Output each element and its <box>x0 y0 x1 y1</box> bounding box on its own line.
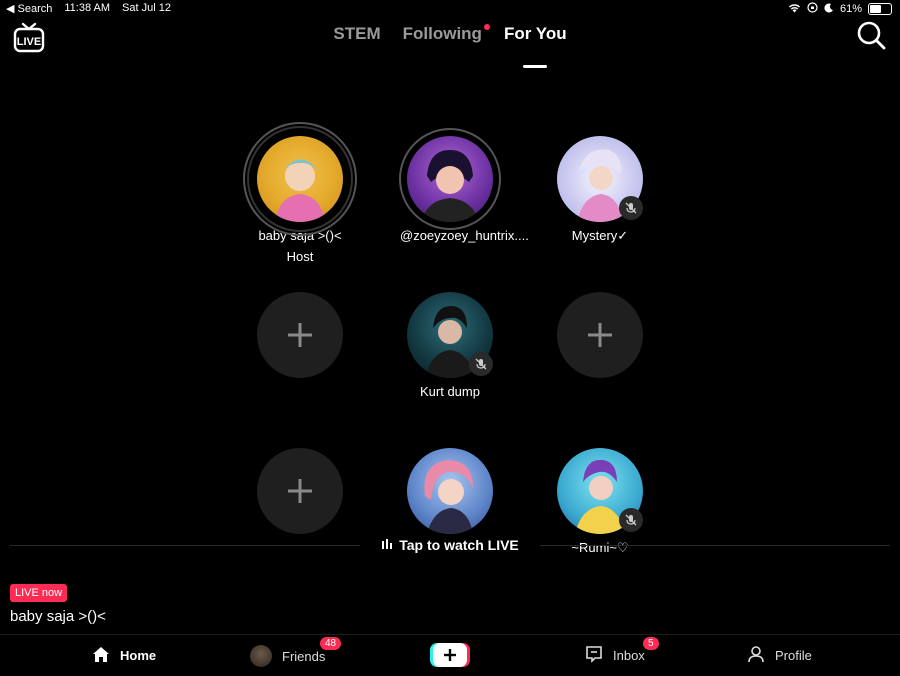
host-label: Host <box>286 249 314 264</box>
add-guest-button[interactable] <box>257 292 343 378</box>
nav-profile[interactable]: Profile <box>747 645 812 666</box>
seat-empty-3[interactable] <box>250 448 350 534</box>
seat-host[interactable]: baby saja >()< Host <box>243 122 357 264</box>
avatar <box>407 136 493 222</box>
tab-following[interactable]: Following <box>402 24 490 54</box>
avatar <box>257 136 343 222</box>
top-tabs: STEM Following For You <box>0 24 900 54</box>
nav-home[interactable]: Home <box>92 645 156 666</box>
seat-guest-2[interactable]: Mystery✓ <box>550 136 650 244</box>
plus-icon <box>588 323 612 347</box>
inbox-badge: 5 <box>643 637 659 650</box>
bottom-nav: Home Friends 48 Inbox 5 Profile <box>0 634 900 676</box>
seat-name: ~Rumi~♡ <box>571 540 629 555</box>
status-date: Sat Jul 12 <box>122 2 171 14</box>
seat-empty-2[interactable] <box>550 292 650 378</box>
profile-icon <box>747 645 765 666</box>
mic-off-icon <box>619 508 643 532</box>
nav-home-label: Home <box>120 648 157 663</box>
avatar <box>407 448 493 534</box>
battery-percent: 61% <box>839 3 862 15</box>
seat-name: @zoeyzoey_huntrix.... <box>400 228 529 243</box>
tap-to-watch-label: Tap to watch LIVE <box>399 537 519 553</box>
seat-name: Mystery✓ <box>571 228 629 243</box>
nav-inbox-label: Inbox <box>613 648 645 663</box>
moon-icon <box>824 3 834 16</box>
friends-badge: 48 <box>320 637 342 650</box>
nav-profile-label: Profile <box>775 648 812 663</box>
status-time: 11:38 AM <box>64 2 111 14</box>
tap-to-watch-button[interactable]: Tap to watch LIVE <box>360 536 540 554</box>
live-host-name[interactable]: baby saja >()< <box>10 608 106 625</box>
nav-friends-label: Friends <box>282 648 326 664</box>
live-now-badge: LIVE now <box>10 584 68 602</box>
seat-name: Kurt dump <box>420 384 480 399</box>
tab-stem[interactable]: STEM <box>333 24 380 54</box>
back-to-search[interactable]: ◀ Search <box>6 2 52 15</box>
plus-icon <box>444 649 456 661</box>
add-guest-button[interactable] <box>557 292 643 378</box>
inbox-icon <box>585 645 603 666</box>
wifi-icon <box>788 3 801 16</box>
seat-guest-3[interactable]: Kurt dump <box>400 292 500 399</box>
mic-off-icon <box>469 352 493 376</box>
friends-avatar <box>250 645 272 667</box>
search-icon[interactable] <box>856 20 886 50</box>
seat-guest-1[interactable]: @zoeyzoey_huntrix.... <box>399 128 529 243</box>
tab-for-you[interactable]: For You <box>504 24 567 54</box>
notification-dot <box>483 24 490 30</box>
create-button[interactable] <box>433 643 467 667</box>
mic-off-icon <box>619 196 643 220</box>
plus-icon <box>288 323 312 347</box>
seat-empty-1[interactable] <box>250 292 350 378</box>
status-bar: ◀ Search 11:38 AM Sat Jul 12 61% <box>0 0 900 16</box>
nav-friends[interactable]: Friends 48 <box>250 637 342 667</box>
lock-rotation-icon <box>807 2 818 16</box>
tab-following-label: Following <box>402 24 482 43</box>
plus-icon <box>288 479 312 503</box>
seat-guest-4[interactable] <box>400 448 500 540</box>
seat-guest-5[interactable]: ~Rumi~♡ <box>550 448 650 556</box>
battery-icon <box>868 3 892 15</box>
add-guest-button[interactable] <box>257 448 343 534</box>
home-icon <box>92 645 110 666</box>
nav-inbox[interactable]: Inbox 5 <box>585 637 659 666</box>
audio-bars-icon <box>381 537 393 553</box>
seat-name: baby saja >()< <box>258 228 342 243</box>
